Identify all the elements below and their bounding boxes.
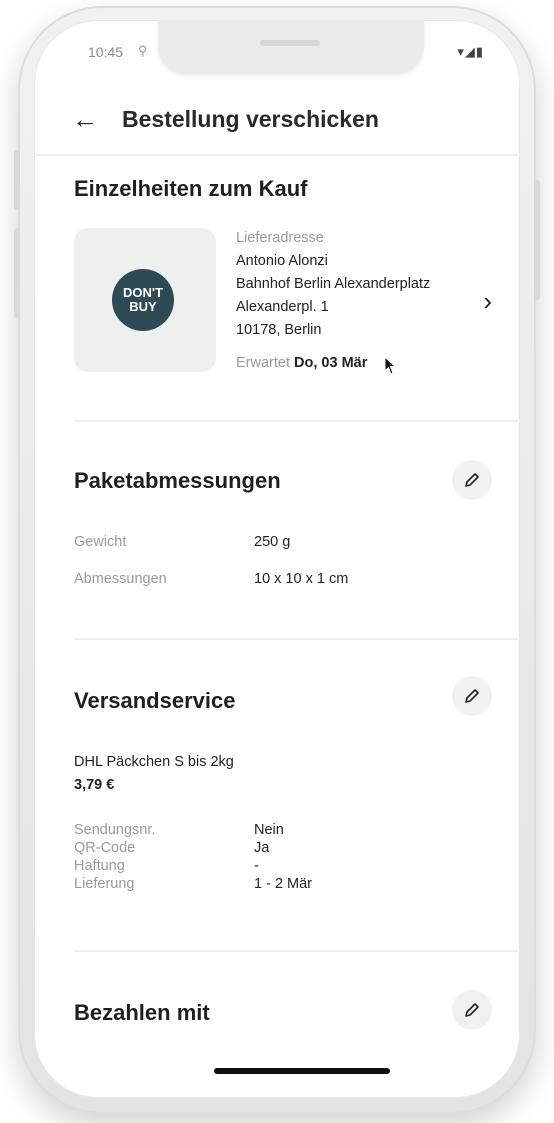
page-title: Bestellung verschicken: [122, 106, 379, 132]
dimensions-value: 10 x 10 x 1 cm: [254, 571, 349, 587]
edit-shipping-button[interactable]: [452, 676, 492, 716]
weight-value: 250 g: [254, 534, 291, 550]
liability-value: -: [254, 858, 259, 874]
purchase-section-title: Einzelheiten zum Kauf: [74, 176, 308, 201]
section-divider: [74, 420, 520, 422]
side-button-right: [534, 180, 540, 300]
home-indicator[interactable]: [214, 1068, 390, 1074]
mouse-cursor-icon: [384, 356, 397, 375]
section-divider: [74, 950, 520, 952]
pencil-icon: [465, 689, 479, 703]
speaker: [260, 40, 320, 46]
recipient-name: Antonio Alonzi: [236, 253, 328, 269]
expected-label: Erwartet: [236, 355, 290, 371]
liability-label: Haftung: [74, 858, 125, 874]
app-header: ← Bestellung verschicken: [34, 90, 520, 156]
expected-date: Do, 03 Mär: [294, 355, 368, 371]
tracking-label: Sendungsnr.: [74, 822, 156, 838]
payment-section-title: Bezahlen mit: [74, 1000, 210, 1025]
product-badge-line1: DON'T: [123, 285, 163, 300]
side-button-left-1: [14, 150, 20, 210]
dimensions-label: Abmessungen: [74, 571, 167, 587]
edit-package-button[interactable]: [452, 460, 492, 500]
pencil-icon: [465, 473, 479, 487]
weight-label: Gewicht: [74, 534, 127, 550]
expected-delivery: Erwartet Do, 03 Mär: [236, 355, 367, 371]
package-section-title: Paketabmessungen: [74, 468, 281, 493]
tracking-value: Nein: [254, 822, 284, 838]
section-divider: [74, 638, 520, 640]
edit-payment-button[interactable]: [452, 990, 492, 1030]
pencil-icon: [465, 1003, 479, 1017]
notch: [158, 20, 424, 74]
delivery-label: Lieferung: [74, 876, 135, 892]
location-icon: ⚲: [138, 43, 148, 58]
delivery-value: 1 - 2 Mär: [254, 876, 313, 892]
address-label: Lieferadresse: [236, 230, 324, 246]
recipient-city: 10178, Berlin: [236, 322, 322, 338]
product-thumbnail[interactable]: DON'T BUY: [74, 228, 216, 372]
qr-code-value: Ja: [254, 840, 270, 856]
recipient-street: Alexanderpl. 1: [236, 299, 329, 315]
recipient-station: Bahnhof Berlin Alexanderplatz: [236, 276, 431, 292]
signal-battery-icons: ▾◢▮: [457, 44, 484, 59]
shipping-price: 3,79 €: [74, 777, 115, 793]
qr-code-label: QR-Code: [74, 840, 136, 856]
status-time: 10:45: [88, 44, 124, 60]
arrow-left-icon[interactable]: ←: [72, 106, 98, 132]
chevron-right-icon[interactable]: ›: [483, 286, 492, 317]
shipping-service-name: DHL Päckchen S bis 2kg: [74, 754, 234, 770]
phone-screen: 10:45 ⚲ ▾◢▮ ← Bestellung verschicken Ein…: [34, 20, 520, 1098]
side-button-left-2: [14, 228, 20, 318]
shipping-section-title: Versandservice: [74, 688, 236, 713]
product-badge-line2: BUY: [129, 299, 157, 314]
product-badge: DON'T BUY: [112, 269, 174, 331]
